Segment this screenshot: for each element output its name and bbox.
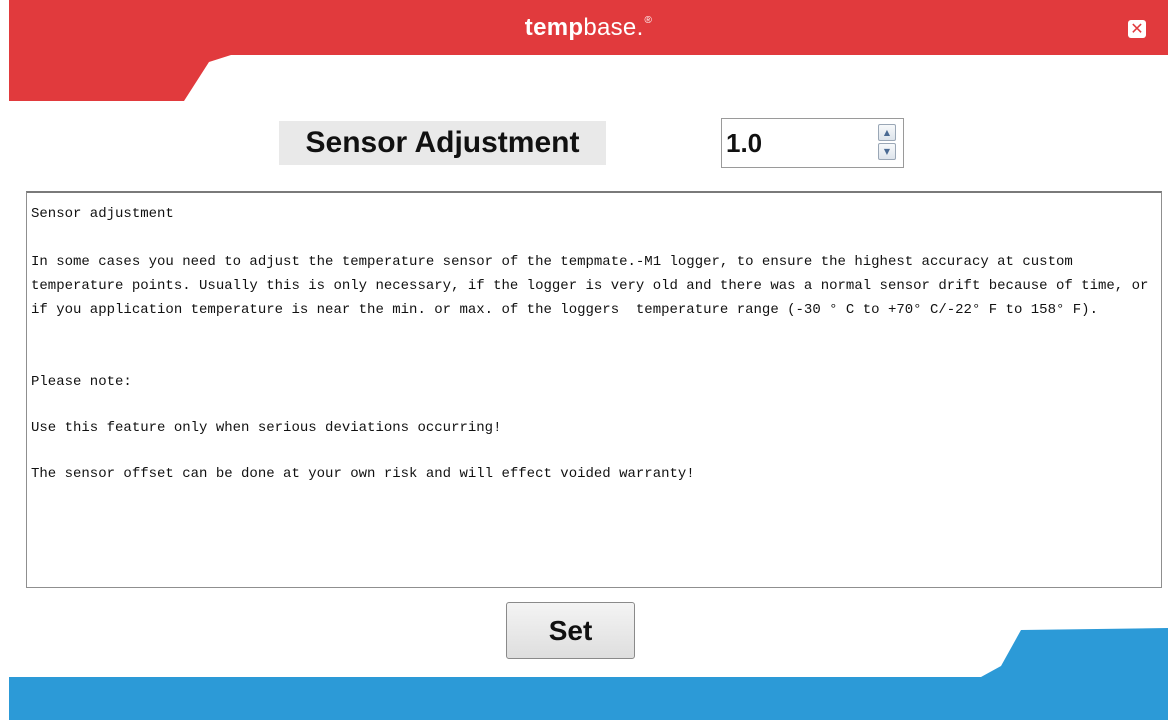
note-line-1: Use this feature only when serious devia… [31,420,502,436]
spinner-up-button[interactable]: ▲ [878,124,896,141]
logo-registered-mark: ® [644,15,653,26]
adjustment-value-input[interactable] [724,123,876,163]
close-button[interactable]: ✕ [1128,20,1146,38]
arrow-up-icon: ▲ [883,128,891,137]
sensor-adjustment-window: tempbase.® ✕ Sensor Adjustment ▲ ▼ Senso… [0,0,1168,720]
sensor-adjustment-label: Sensor Adjustment [279,121,606,165]
title-bar: tempbase.® ✕ [9,0,1168,101]
note-label: Please note: [31,374,132,390]
logo-bold-part: temp [524,14,584,41]
description-textarea[interactable]: Sensor adjustment In some cases you need… [26,191,1162,588]
arrow-down-icon: ▼ [883,147,891,156]
adjustment-spinner[interactable]: ▲ ▼ [721,118,904,168]
app-logo: tempbase.® [9,14,1168,42]
description-paragraph: In some cases you need to adjust the tem… [31,254,1157,318]
set-button[interactable]: Set [506,602,635,659]
description-heading: Sensor adjustment [31,206,174,222]
note-line-2: The sensor offset can be done at your ow… [31,466,695,482]
spinner-down-button[interactable]: ▼ [878,143,896,160]
logo-light-part: base. [583,14,644,41]
close-icon: ✕ [1130,19,1144,38]
